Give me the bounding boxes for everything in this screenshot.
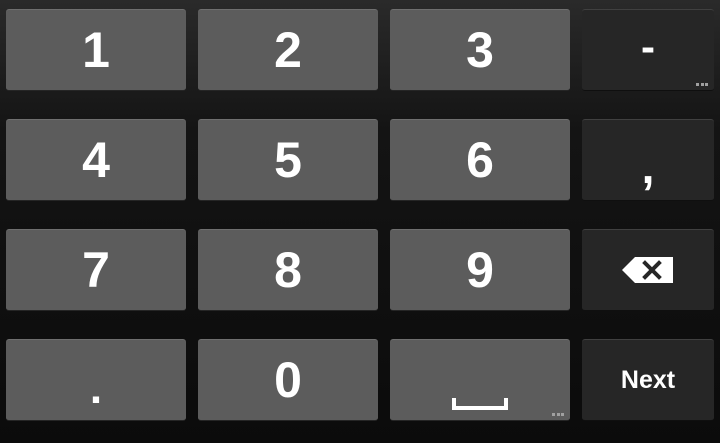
key-9[interactable]: 9 (390, 229, 570, 311)
key-label: 1 (82, 22, 110, 78)
key-3[interactable]: 3 (390, 9, 570, 91)
key-period[interactable]: . (6, 339, 186, 421)
key-label: Next (620, 365, 676, 394)
key-label: 9 (466, 242, 494, 298)
key-label: - (641, 23, 655, 70)
key-label: 5 (274, 132, 302, 188)
key-next[interactable]: Next (582, 339, 714, 421)
numeric-keyboard: 1 2 3 - 4 5 6 , 7 8 9 . 0 Next (0, 0, 720, 443)
key-6[interactable]: 6 (390, 119, 570, 201)
key-comma[interactable]: , (582, 119, 714, 201)
key-5[interactable]: 5 (198, 119, 378, 201)
key-label: 7 (82, 242, 110, 298)
key-label: 3 (466, 22, 494, 78)
key-7[interactable]: 7 (6, 229, 186, 311)
key-backspace[interactable] (582, 229, 714, 311)
key-space[interactable] (390, 339, 570, 421)
key-8[interactable]: 8 (198, 229, 378, 311)
space-bar-icon (452, 398, 508, 410)
key-1[interactable]: 1 (6, 9, 186, 91)
key-minus[interactable]: - (582, 9, 714, 91)
key-label: 0 (274, 352, 302, 408)
backspace-icon (622, 257, 673, 283)
key-4[interactable]: 4 (6, 119, 186, 201)
more-keys-hint-icon (552, 413, 564, 416)
key-label: . (89, 364, 103, 413)
key-2[interactable]: 2 (198, 9, 378, 91)
more-keys-hint-icon (696, 83, 708, 86)
key-label: , (641, 141, 655, 193)
key-label: 2 (274, 22, 302, 78)
key-0[interactable]: 0 (198, 339, 378, 421)
key-label: 6 (466, 132, 494, 188)
key-label: 8 (274, 242, 302, 298)
key-label: 4 (82, 132, 110, 188)
